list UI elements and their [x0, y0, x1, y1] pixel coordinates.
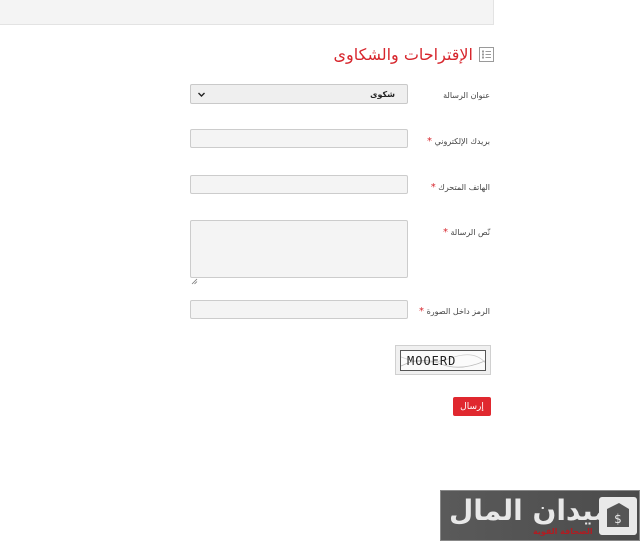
required-asterisk: * — [427, 136, 433, 147]
message-label-text: نّص الرسالة — [450, 228, 490, 237]
captcha-text: MOOERD — [407, 354, 457, 368]
watermark-emblem-icon: $ — [599, 497, 637, 535]
top-navigation-strip — [0, 0, 494, 25]
phone-label-text: الهاتف المتحرك — [438, 183, 490, 192]
captcha-code-label: الرمز داخل الصورة * — [417, 306, 490, 317]
page-title: الإقتراحات والشكاوى — [333, 44, 473, 64]
required-asterisk: * — [430, 182, 436, 193]
resize-grip-icon[interactable] — [191, 270, 198, 285]
email-label-text: بريدك الإلكتروني — [434, 137, 490, 146]
subject-selected-value: شكوى — [370, 89, 395, 99]
site-watermark-logo: ميدان المال الصحافة القوية $ — [440, 490, 640, 541]
required-asterisk: * — [442, 227, 448, 238]
phone-field[interactable] — [190, 175, 408, 194]
watermark-subtitle: الصحافة القوية — [533, 527, 593, 536]
email-field[interactable] — [190, 129, 408, 148]
subject-select[interactable]: شكوى — [190, 84, 408, 104]
submit-button[interactable]: إرسال — [453, 397, 491, 416]
captcha-image: MOOERD — [395, 345, 491, 375]
watermark-name: ميدان المال — [449, 494, 611, 527]
captcha-image-frame: MOOERD — [400, 350, 486, 371]
message-label: نّص الرسالة * — [441, 227, 490, 238]
phone-label: الهاتف المتحرك * — [429, 182, 490, 193]
message-textarea[interactable] — [190, 220, 408, 278]
svg-text:$: $ — [614, 512, 622, 526]
email-label: بريدك الإلكتروني * — [425, 136, 490, 147]
subject-label: عنوان الرسالة — [443, 91, 490, 100]
captcha-code-label-text: الرمز داخل الصورة — [426, 307, 490, 316]
chevron-down-icon — [197, 90, 206, 99]
captcha-code-field[interactable] — [190, 300, 408, 319]
page-heading: الإقتراحات والشكاوى — [333, 42, 494, 66]
list-icon — [479, 46, 494, 62]
required-asterisk: * — [419, 306, 425, 317]
